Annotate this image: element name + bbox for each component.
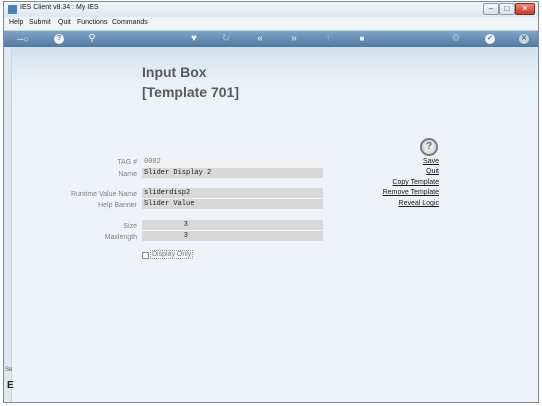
tag-field: 0002 — [142, 157, 323, 167]
help-banner-label: Help Banner — [98, 202, 137, 209]
name-field[interactable]: Slider Display 2 — [142, 168, 323, 178]
help-banner-field[interactable]: Slider Value — [142, 199, 323, 209]
app-window: IES Client v8.34 : My IES – □ ✕ Help Sub… — [3, 1, 539, 403]
menu-bar: Help Submit Quit Functions Commands — [4, 17, 538, 31]
fast-forward-icon[interactable]: » — [288, 33, 300, 45]
tag-label: TAG # — [117, 159, 137, 166]
stop-icon[interactable]: ■ — [356, 33, 368, 45]
display-only-label[interactable]: Display Only — [150, 250, 194, 259]
quit-link[interactable]: Quit — [339, 168, 439, 175]
window-title: IES Client v8.34 : My IES — [20, 4, 99, 11]
ok-icon[interactable]: ✓ — [485, 34, 495, 44]
key-icon[interactable]: ─○ — [12, 33, 34, 45]
reveal-logic-link[interactable]: Reveal Logic — [339, 200, 439, 207]
minimize-button[interactable]: – — [483, 3, 499, 15]
heart-icon[interactable]: ♥ — [188, 33, 200, 45]
menu-commands[interactable]: Commands — [112, 19, 148, 26]
display-only-checkbox[interactable] — [142, 252, 149, 259]
runtime-value-label: Runtime Value Name — [70, 191, 137, 198]
left-strip: Se E — [4, 47, 14, 402]
strip-letter: E — [7, 380, 14, 391]
menu-help[interactable]: Help — [9, 19, 23, 26]
runtime-value-field[interactable]: sliderdisp2 — [142, 188, 323, 198]
maxlength-label: Maxlength — [104, 234, 137, 241]
rewind-icon[interactable]: « — [254, 33, 266, 45]
copy-template-link[interactable]: Copy Template — [339, 179, 439, 186]
settings-icon[interactable]: ⚙ — [450, 33, 462, 45]
question-icon[interactable]: ? — [420, 138, 438, 156]
search-icon[interactable]: ⚲ — [86, 33, 98, 45]
save-link[interactable]: Save — [339, 158, 439, 165]
help-icon[interactable]: ? — [54, 34, 64, 44]
toolbar: ─○ ? ⚲ ♥ ↻ « » ↑ ■ ⚙ ✓ ✕ — [4, 31, 538, 47]
title-bar: IES Client v8.34 : My IES – □ ✕ — [4, 2, 538, 17]
upload-icon[interactable]: ↑ — [322, 33, 334, 45]
remove-template-link[interactable]: Remove Template — [339, 189, 439, 196]
name-label: Name — [118, 171, 137, 178]
page-title: Input Box — [142, 64, 207, 80]
maxlength-field[interactable]: 3 — [142, 231, 323, 241]
size-field[interactable]: 3 — [142, 220, 323, 230]
menu-quit[interactable]: Quit — [58, 19, 71, 26]
strip-text: Se — [5, 367, 13, 373]
close-icon[interactable]: ✕ — [519, 34, 529, 44]
page-subtitle: [Template 701] — [142, 84, 239, 100]
refresh-icon[interactable]: ↻ — [220, 33, 232, 45]
size-label: Size — [123, 223, 137, 230]
close-window-button[interactable]: ✕ — [515, 3, 535, 15]
app-icon — [8, 5, 17, 14]
menu-functions[interactable]: Functions — [77, 19, 107, 26]
menu-submit[interactable]: Submit — [29, 19, 51, 26]
maximize-button[interactable]: □ — [499, 3, 515, 15]
